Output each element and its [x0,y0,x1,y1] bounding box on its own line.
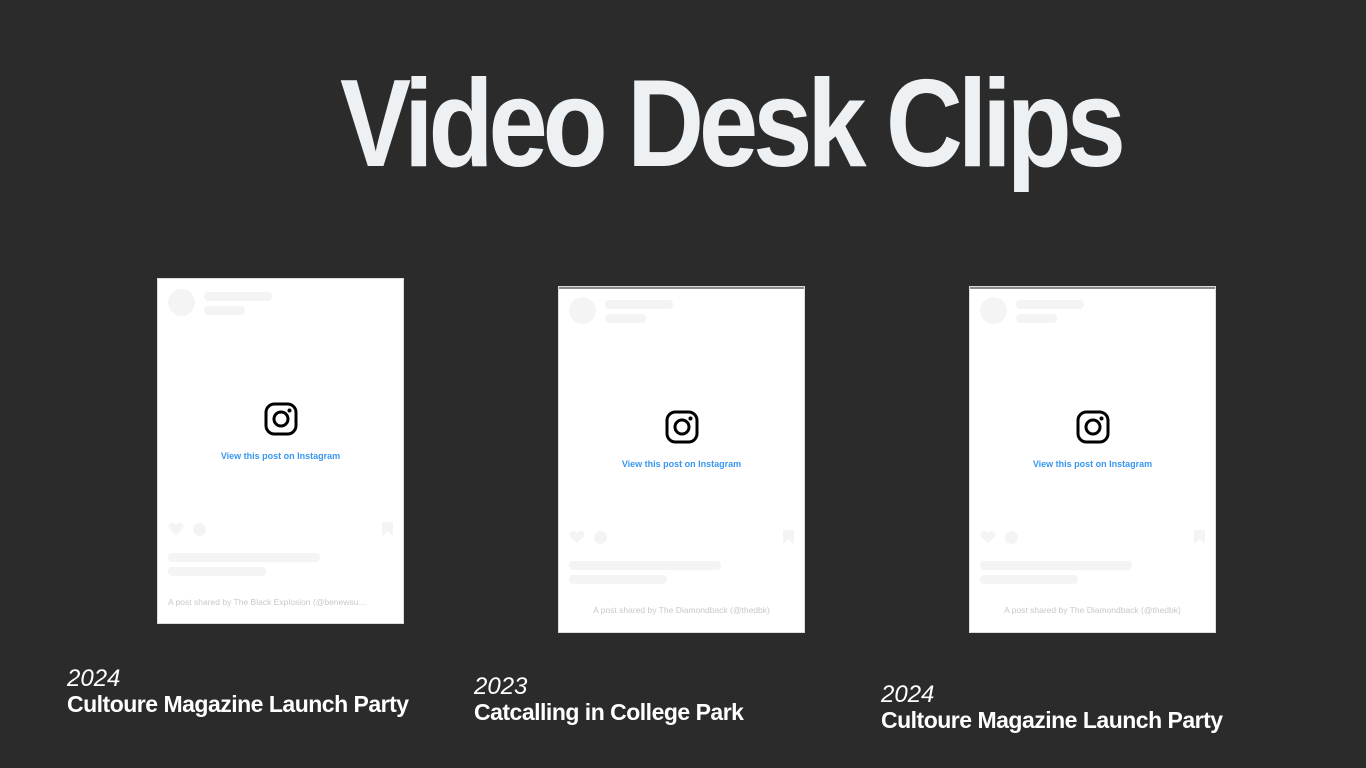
clip-year: 2024 [67,665,121,692]
username-placeholder [605,300,673,309]
view-on-instagram-link[interactable]: View this post on Instagram [970,459,1215,469]
heart-icon [569,530,585,544]
heart-icon [980,530,996,544]
instagram-icon[interactable] [1076,410,1110,444]
bookmark-icon [1194,530,1205,544]
clip-caption: 2023 Catcalling in College Park [474,673,744,725]
username-placeholder [204,292,272,301]
avatar-placeholder [569,297,596,324]
embed-border [559,287,804,289]
clip-caption: 2024 Cultoure Magazine Launch Party [67,666,409,717]
caption-placeholder [980,561,1132,570]
embed-attribution[interactable]: A post shared by The Diamondback (@thedb… [970,605,1215,615]
subtitle-placeholder [204,306,245,315]
embed-border [970,287,1215,289]
instagram-embed[interactable]: View this post on Instagram A post share… [558,286,805,633]
view-on-instagram-link[interactable]: View this post on Instagram [158,451,403,461]
caption-placeholder [569,561,721,570]
page: Video Desk Clips View this post on Insta… [0,0,1366,768]
embed-attribution[interactable]: A post shared by The Diamondback (@thedb… [559,605,804,615]
clip-title: Catcalling in College Park [474,699,744,725]
clip-title: Cultoure Magazine Launch Party [881,707,1223,733]
instagram-embed[interactable]: View this post on Instagram A post share… [969,286,1216,633]
clip-year: 2024 [881,681,935,708]
subtitle-placeholder [1016,314,1057,323]
username-placeholder [1016,300,1084,309]
bookmark-icon [783,530,794,544]
clip-title: Cultoure Magazine Launch Party [67,691,409,717]
instagram-icon[interactable] [665,410,699,444]
view-on-instagram-link[interactable]: View this post on Instagram [559,459,804,469]
page-title: Video Desk Clips [340,55,1126,193]
caption-placeholder [168,567,266,576]
clip-year: 2023 [474,673,528,700]
comment-icon [1005,531,1018,544]
comment-icon [594,531,607,544]
caption-placeholder [168,553,320,562]
caption-placeholder [569,575,667,584]
avatar-placeholder [980,297,1007,324]
instagram-icon[interactable] [264,402,298,436]
bookmark-icon [382,522,393,536]
instagram-embed[interactable]: View this post on Instagram A post share… [157,278,404,624]
clip-caption: 2024 Cultoure Magazine Launch Party [881,682,1223,733]
caption-placeholder [980,575,1078,584]
subtitle-placeholder [605,314,646,323]
embed-attribution[interactable]: A post shared by The Black Explosion (@b… [158,597,403,607]
heart-icon [168,522,184,536]
avatar-placeholder [168,289,195,316]
comment-icon [193,523,206,536]
